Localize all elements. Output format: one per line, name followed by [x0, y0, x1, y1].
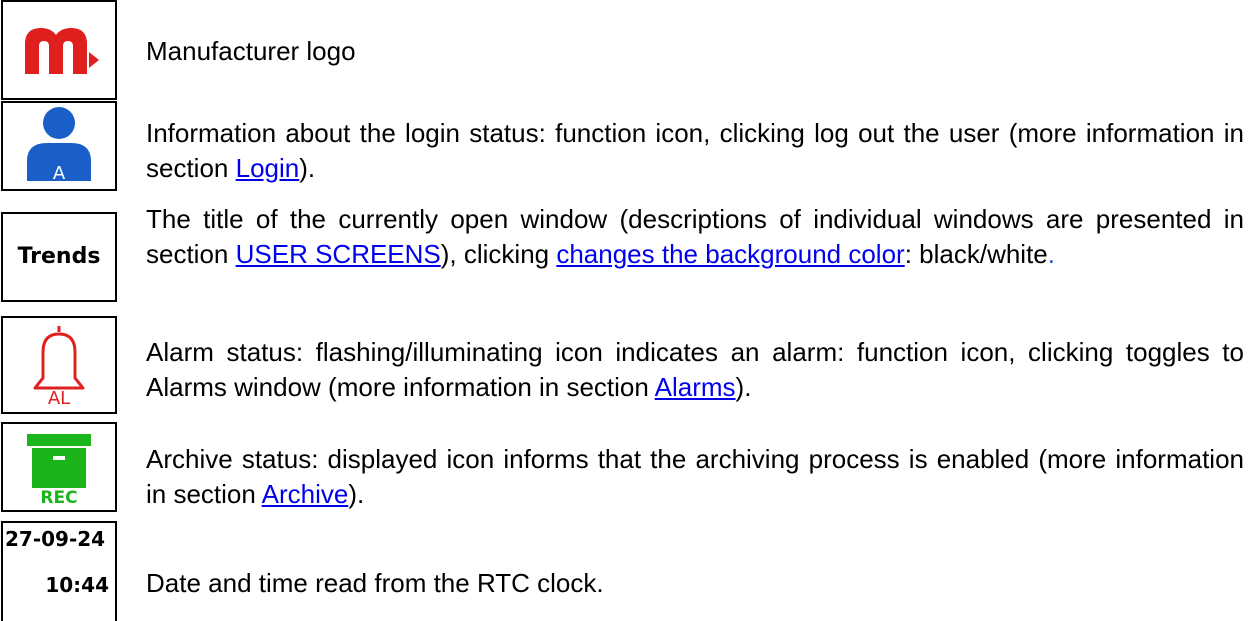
alarm-icon-label: AL	[47, 388, 71, 409]
user-icon-label: A	[52, 163, 66, 184]
datetime-text: Date and time read from the RTC clock.	[146, 568, 604, 598]
date-value: 27-09-24	[5, 527, 106, 551]
archive-description: Archive status: displayed icon informs t…	[146, 442, 1244, 512]
archive-icon-label: REC	[40, 488, 78, 508]
window-title-box[interactable]: Trends	[1, 212, 117, 302]
title-text-mid: ), clicking	[440, 239, 557, 269]
title-text-after: : black/white	[904, 239, 1048, 269]
alarm-description: Alarm status: flashing/illuminating icon…	[146, 335, 1244, 405]
window-title-description: The title of the currently open window (…	[146, 202, 1244, 272]
login-link[interactable]: Login	[236, 153, 300, 183]
login-description: Information about the login status: func…	[146, 116, 1244, 186]
legend-row-logo: Manufacturer logo	[0, 0, 1256, 100]
datetime-box: 27-09-24 10:44	[1, 521, 117, 621]
archive-link[interactable]: Archive	[262, 479, 349, 509]
user-screens-link[interactable]: USER SCREENS	[236, 239, 441, 269]
login-text-after: ).	[299, 153, 316, 183]
legend-text: Manufacturer logo	[146, 34, 1244, 69]
alarm-icon-box[interactable]: AL	[1, 316, 117, 414]
window-title-label: Trends	[17, 244, 101, 269]
manufacturer-logo-box	[1, 0, 117, 100]
alarm-text-after: ).	[735, 372, 752, 402]
alarms-link[interactable]: Alarms	[655, 372, 736, 402]
archive-icon-box: REC	[1, 422, 117, 512]
datetime-description: Date and time read from the RTC clock.	[146, 566, 1244, 601]
logo-description: Manufacturer logo	[146, 36, 356, 66]
time-value: 10:44	[45, 573, 109, 597]
user-icon-box: A	[1, 101, 117, 191]
manufacturer-logo-icon	[25, 28, 99, 74]
title-dot: .	[1047, 239, 1056, 269]
background-color-link[interactable]: changes the background color	[556, 239, 904, 269]
archive-text-after: ).	[348, 479, 365, 509]
